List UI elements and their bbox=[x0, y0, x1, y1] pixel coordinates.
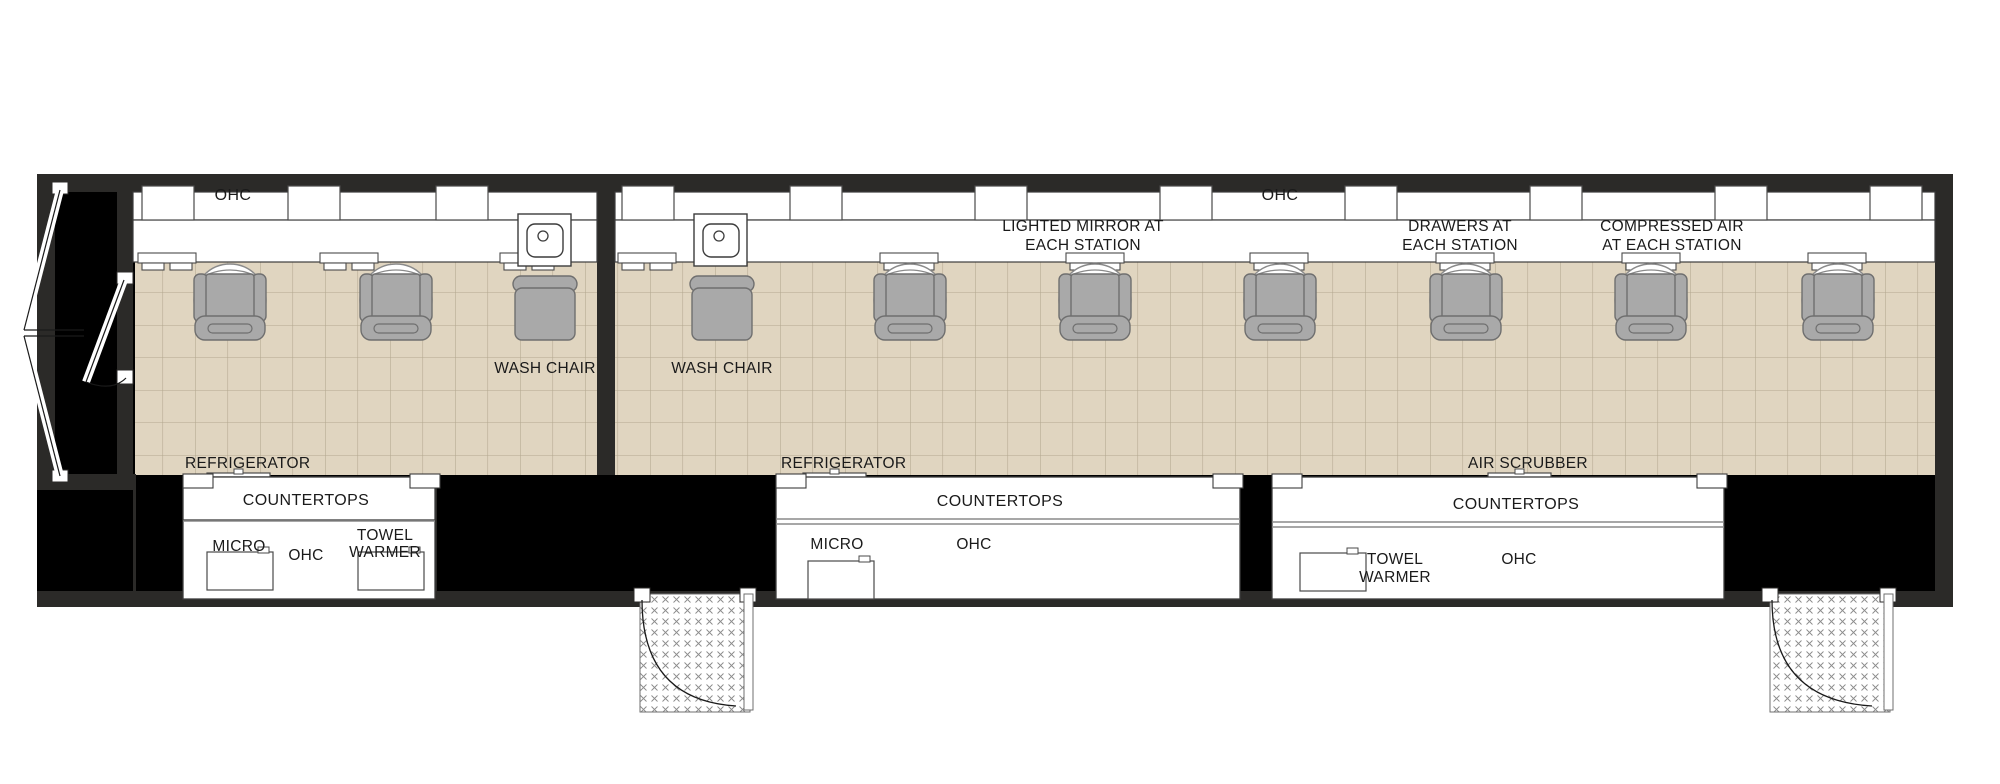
label-towel-warmer-left-line2: WARMER bbox=[349, 544, 421, 561]
label-towel-warmer-right-line1: TOWEL bbox=[1367, 551, 1423, 568]
floor-plan-drawing: OHC OHC LIGHTED MIRROR AT EACH STATION D… bbox=[0, 0, 2000, 784]
label-countertops-left: COUNTERTOPS bbox=[243, 492, 370, 509]
label-countertops-right: COUNTERTOPS bbox=[1453, 496, 1580, 513]
label-drawers-line1: DRAWERS AT bbox=[1408, 218, 1512, 235]
floor-plan-canvas: OHC OHC LIGHTED MIRROR AT EACH STATION D… bbox=[0, 0, 2000, 784]
label-ohc-alcove-left: OHC bbox=[288, 547, 323, 564]
towel-warmer-symbol[interactable] bbox=[1299, 547, 1367, 592]
label-wash-chair-left: WASH CHAIR bbox=[494, 360, 595, 377]
styling-chair[interactable] bbox=[1614, 263, 1688, 341]
label-refrigerator-mid: REFRIGERATOR bbox=[781, 455, 906, 472]
label-ohc-top-right: OHC bbox=[1262, 187, 1299, 204]
label-micro-left: MICRO bbox=[212, 538, 265, 555]
label-countertops-middle: COUNTERTOPS bbox=[937, 493, 1064, 510]
wash-chair[interactable] bbox=[689, 275, 755, 341]
label-towel-warmer-left-line1: TOWEL bbox=[357, 527, 413, 544]
label-ohc-top-left: OHC bbox=[215, 187, 252, 204]
label-micro-middle: MICRO bbox=[810, 536, 863, 553]
microwave-symbol[interactable] bbox=[807, 555, 875, 600]
casework-band-left bbox=[132, 185, 598, 271]
styling-chair[interactable] bbox=[1429, 263, 1503, 341]
label-ohc-alcove-middle: OHC bbox=[956, 536, 991, 553]
styling-chair[interactable] bbox=[1801, 263, 1875, 341]
label-compressed-air-line1: COMPRESSED AIR bbox=[1600, 218, 1744, 235]
label-drawers-line2: EACH STATION bbox=[1402, 237, 1518, 254]
middle-entry-door[interactable] bbox=[633, 587, 757, 713]
styling-chair[interactable] bbox=[1243, 263, 1317, 341]
label-compressed-air-line2: AT EACH STATION bbox=[1602, 237, 1741, 254]
label-refrigerator-left: REFRIGERATOR bbox=[185, 455, 310, 472]
styling-chair[interactable] bbox=[359, 263, 433, 341]
label-lighted-mirror-line2: EACH STATION bbox=[1025, 237, 1141, 254]
wash-chair[interactable] bbox=[512, 275, 578, 341]
right-entry-door[interactable] bbox=[1761, 587, 1897, 713]
label-towel-warmer-right-line2: WARMER bbox=[1359, 569, 1431, 586]
label-air-scrubber: AIR SCRUBBER bbox=[1468, 455, 1588, 472]
styling-chair[interactable] bbox=[1058, 263, 1132, 341]
styling-chair[interactable] bbox=[193, 263, 267, 341]
alcove-right bbox=[1271, 473, 1728, 600]
styling-chair[interactable] bbox=[873, 263, 947, 341]
label-lighted-mirror-line1: LIGHTED MIRROR AT bbox=[1002, 218, 1164, 235]
label-wash-chair-right: WASH CHAIR bbox=[671, 360, 772, 377]
label-ohc-alcove-right: OHC bbox=[1501, 551, 1536, 568]
